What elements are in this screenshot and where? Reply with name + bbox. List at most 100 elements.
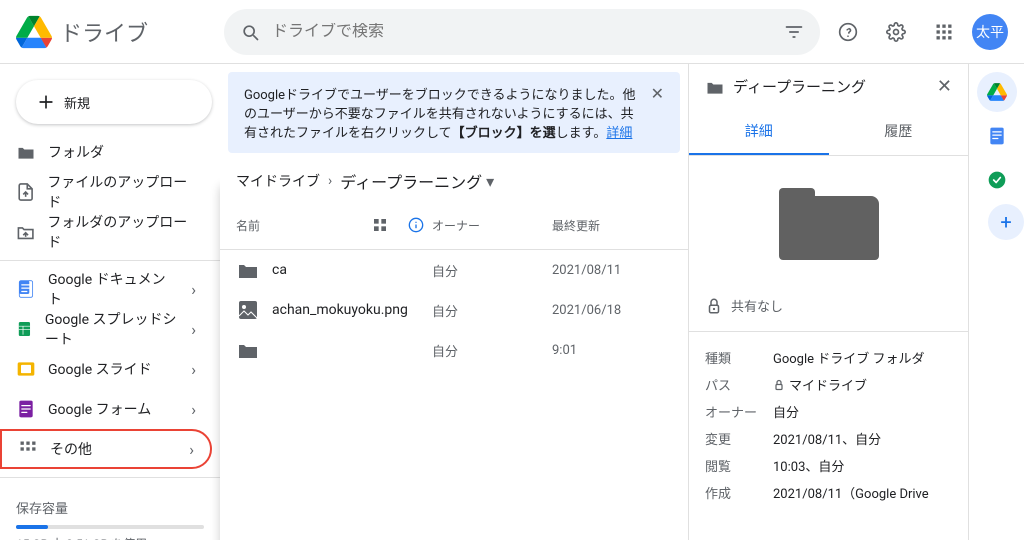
panel-info-row-path: パス マイドライブ <box>705 375 952 394</box>
filter-icon <box>784 22 804 42</box>
info-icon <box>408 217 424 233</box>
docs-icon <box>16 279 36 299</box>
avatar[interactable]: 太平 <box>972 14 1008 50</box>
file-date: 9:01 <box>552 343 672 358</box>
file-date: 2021/08/11 <box>552 263 672 278</box>
folder-file-icon-2 <box>236 338 260 362</box>
sidebar-item-docs-label: Google ドキュメント <box>48 269 179 309</box>
panel-info-row-modified: 変更 2021/08/11、自分 <box>705 429 952 448</box>
new-button[interactable]: 新規 <box>16 80 212 124</box>
sidebar-item-forms-label: Google フォーム <box>48 399 151 419</box>
panel-info-row-owner: オーナー 自分 <box>705 402 952 421</box>
panel-info-row-viewed: 閲覧 10:03、自分 <box>705 456 952 475</box>
panel-info-value-modified: 2021/08/11、自分 <box>773 429 881 448</box>
grid-view-icon <box>372 217 388 233</box>
sidebar-item-upload-file-label: ファイルのアップロード <box>47 172 196 212</box>
logo-area: ドライブ <box>16 14 216 50</box>
panel-info-row-created: 作成 2021/08/11（Google Drive <box>705 483 952 502</box>
notification-link[interactable]: 詳細 <box>606 126 632 141</box>
info-button[interactable] <box>400 209 432 241</box>
folder-body <box>779 196 879 260</box>
apps-button[interactable] <box>924 12 964 52</box>
table-row[interactable]: ca 自分 2021/08/11 <box>220 250 688 290</box>
file-name: ca <box>272 262 432 278</box>
notification-banner: Googleドライブでユーザーをブロックできるようになりました。他のユーザーから… <box>228 72 680 153</box>
panel-folder-icon <box>705 77 725 97</box>
view-toggle <box>364 209 432 241</box>
sidebar-item-google-docs[interactable]: Google ドキュメント › <box>0 269 212 309</box>
rs-icon-drive[interactable] <box>977 72 1017 112</box>
table-row[interactable]: 自分 9:01 <box>220 330 688 370</box>
rs-add-button[interactable]: + <box>988 204 1024 240</box>
notification-text: Googleドライブでユーザーをブロックできるようになりました。他のユーザーから… <box>244 84 643 141</box>
sidebar-divider-2 <box>0 477 220 478</box>
plus-icon <box>36 92 56 112</box>
sidebar-item-upload-folder[interactable]: フォルダのアップロード <box>0 212 212 252</box>
file-list-col-name: 名前 <box>236 217 364 234</box>
panel-close-button[interactable]: ✕ <box>937 76 952 97</box>
search-icon <box>240 22 260 42</box>
panel-folder-title: ディープラーニング <box>733 76 929 97</box>
sidebar-item-slides-label: Google スライド <box>48 359 152 379</box>
breadcrumb: マイドライブ › ディープラーニング ▾ <box>220 161 688 201</box>
folder-preview-icon <box>779 180 879 260</box>
panel-info-label-type: 種類 <box>705 348 765 367</box>
sidebar-item-other[interactable]: その他 › <box>0 429 212 469</box>
tab-history[interactable]: 履歴 <box>829 109 969 155</box>
notification-close-button[interactable]: ✕ <box>651 84 664 103</box>
rs-icon-check[interactable] <box>977 160 1017 200</box>
panel-info-label-path: パス <box>705 375 765 394</box>
storage-section: 保存容量 15 GB 中 2.51 GB を使用 保存容量を購入 <box>0 486 220 540</box>
breadcrumb-mydrive[interactable]: マイドライブ <box>236 171 320 191</box>
sidebar-item-folder[interactable]: フォルダ <box>0 132 212 172</box>
sidebar-sheets-arrow: › <box>191 320 196 339</box>
file-owner: 自分 <box>432 341 552 360</box>
file-name: achan_mokuyoku.png <box>272 302 432 318</box>
panel-details-section: 種類 Google ドライブ フォルダ パス マイドライブ オーナー 自分 変更 <box>689 336 968 522</box>
grid-icon <box>934 22 954 42</box>
file-list-col-owner: オーナー <box>432 217 552 234</box>
share-text: 共有なし <box>731 296 783 315</box>
right-sidebar: + <box>968 64 1024 540</box>
upload-file-icon <box>16 182 35 202</box>
storage-label: 保存容量 <box>16 498 204 517</box>
app-name: ドライブ <box>60 16 148 48</box>
settings-button[interactable] <box>876 12 916 52</box>
sidebar-item-google-sheets[interactable]: Google スプレッドシート › <box>0 309 212 349</box>
search-input[interactable] <box>272 23 772 41</box>
panel-info-label-modified: 変更 <box>705 429 765 448</box>
breadcrumb-current: ディープラーニング ▾ <box>340 169 494 193</box>
panel-info-value-created: 2021/08/11（Google Drive <box>773 483 929 502</box>
storage-text: 15 GB 中 2.51 GB を使用 <box>16 535 204 540</box>
sidebar-item-google-slides[interactable]: Google スライド › <box>0 349 212 389</box>
tab-details[interactable]: 詳細 <box>689 109 829 155</box>
upload-folder-icon <box>16 222 35 242</box>
rs-icon-docs[interactable] <box>977 116 1017 156</box>
folder-icon <box>16 142 36 162</box>
sidebar-item-upload-folder-label: フォルダのアップロード <box>47 212 196 252</box>
grid-view-button[interactable] <box>364 209 396 241</box>
slides-icon <box>16 359 36 379</box>
file-date: 2021/06/18 <box>552 303 672 318</box>
breadcrumb-dropdown-icon[interactable]: ▾ <box>486 172 494 191</box>
folder-preview <box>689 156 968 284</box>
sidebar-item-sheets-label: Google スプレッドシート <box>45 309 179 349</box>
sidebar-item-upload-file[interactable]: ファイルのアップロード <box>0 172 212 212</box>
sidebar-divider-1 <box>0 260 220 261</box>
docs-rs-icon <box>987 126 1007 146</box>
sidebar-item-other-label: その他 <box>50 439 92 459</box>
sidebar-item-google-forms[interactable]: Google フォーム › <box>0 389 212 429</box>
gear-icon <box>886 22 906 42</box>
panel-info-label-viewed: 閲覧 <box>705 456 765 475</box>
help-button[interactable] <box>828 12 868 52</box>
file-list-header: 名前 オーナー <box>220 201 688 250</box>
panel-info-value-owner: 自分 <box>773 402 799 421</box>
new-button-label: 新規 <box>64 93 90 112</box>
sidebar-slides-arrow: › <box>191 360 196 379</box>
panel-info-label-owner: オーナー <box>705 402 765 421</box>
lock-small-icon <box>773 379 785 391</box>
other-icon <box>18 439 38 459</box>
table-row[interactable]: achan_mokuyoku.png 自分 2021/06/18 <box>220 290 688 330</box>
file-owner: 自分 <box>432 261 552 280</box>
search-bar[interactable] <box>224 9 820 55</box>
